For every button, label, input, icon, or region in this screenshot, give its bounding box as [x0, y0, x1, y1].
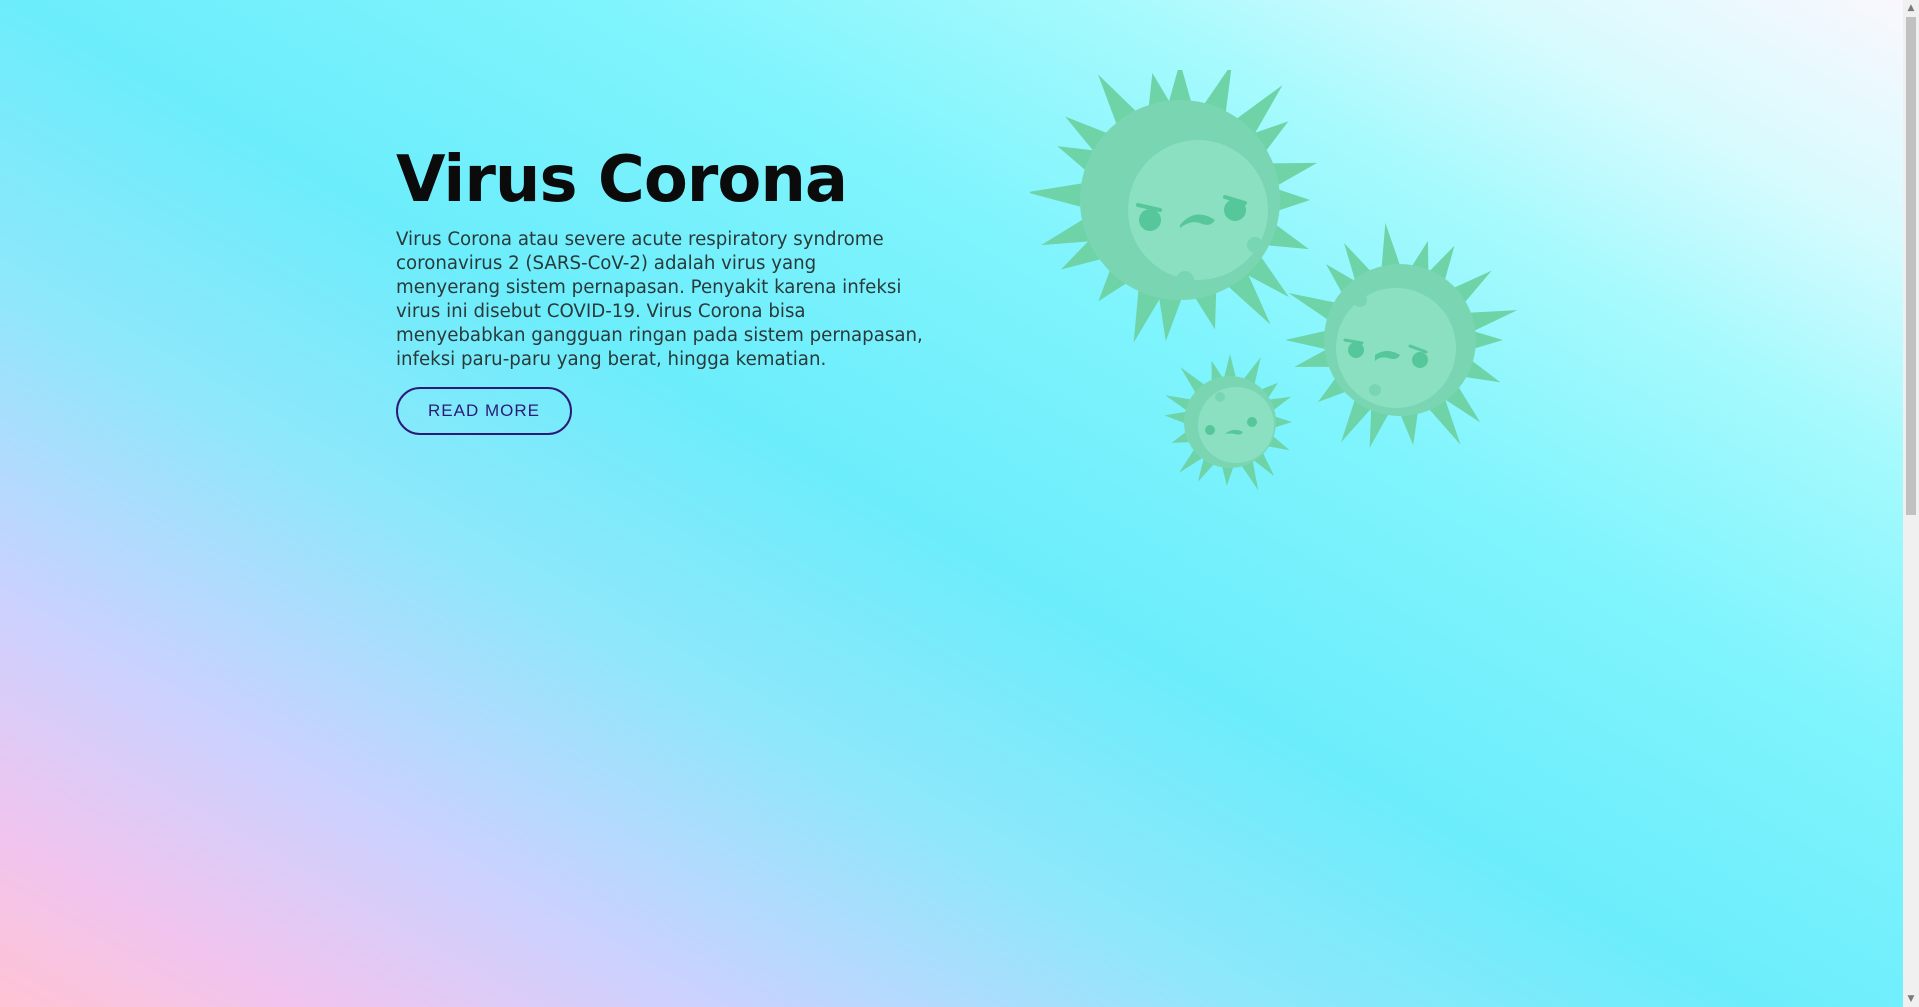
- virus-illustration: [1030, 70, 1518, 491]
- scrollbar-thumb[interactable]: [1906, 17, 1916, 515]
- page: Virus Corona Virus Corona atau severe ac…: [0, 0, 1919, 1007]
- scroll-up-icon[interactable]: ▲: [1903, 0, 1919, 16]
- virus-small: [1164, 354, 1292, 491]
- read-more-button[interactable]: READ MORE: [396, 387, 572, 435]
- virus-large: [1030, 70, 1318, 343]
- hero-description: Virus Corona atau severe acute respirato…: [396, 229, 923, 370]
- hero-section: Virus Corona Virus Corona atau severe ac…: [396, 140, 936, 435]
- vertical-scrollbar[interactable]: ▲ ▼: [1903, 0, 1919, 1007]
- virus-medium: [1285, 222, 1518, 448]
- scroll-down-icon[interactable]: ▼: [1903, 991, 1919, 1007]
- page-title: Virus Corona: [396, 143, 848, 217]
